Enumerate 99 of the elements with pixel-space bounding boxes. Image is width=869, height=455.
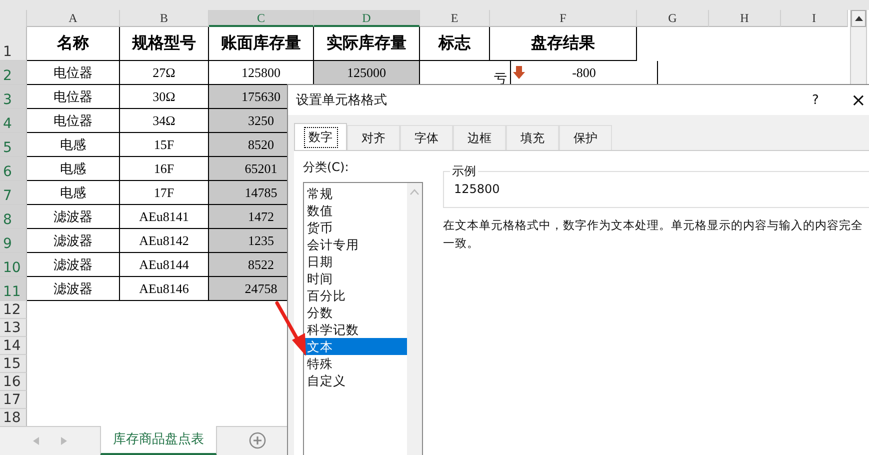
category-item[interactable]: 分数 — [304, 304, 407, 321]
scroll-up-icon[interactable] — [410, 189, 419, 195]
category-item[interactable]: 百分比 — [304, 287, 407, 304]
column-title: 标志 — [438, 33, 470, 54]
description-text: 在文本单元格格式中，数字作为文本处理。单元格显示的内容与输入的内容完全一致。 — [443, 217, 864, 252]
column-header[interactable]: G — [637, 10, 709, 27]
column-title: 盘存结果 — [531, 33, 595, 54]
category-item[interactable]: 货币 — [304, 219, 407, 236]
column-title: 实际库存量 — [326, 33, 406, 54]
category-label: 分类(C): — [303, 159, 350, 176]
table-cell: 125800 — [242, 64, 280, 80]
table-cell: 16F — [154, 160, 174, 176]
table-cell: 65201 — [244, 160, 278, 176]
table-cell: AEu8141 — [139, 208, 189, 224]
row-header[interactable]: 7 — [0, 181, 27, 205]
next-sheet-icon[interactable] — [61, 437, 67, 445]
row-header[interactable]: 14 — [0, 337, 27, 355]
row-header[interactable]: 8 — [0, 205, 27, 229]
row-header[interactable]: 5 — [0, 133, 27, 157]
column-title: 名称 — [57, 33, 89, 54]
table-cell: 15F — [154, 136, 174, 152]
category-item[interactable]: 科学记数 — [304, 321, 407, 338]
table-cell: AEu8144 — [139, 256, 189, 272]
scroll-up-button[interactable] — [851, 10, 866, 27]
table-cell: 1472 — [248, 208, 274, 224]
column-header[interactable]: I — [781, 10, 848, 27]
column-header[interactable]: D — [314, 10, 420, 27]
table-cell: 滤波器 — [54, 256, 92, 274]
table-cell: AEu8142 — [139, 232, 189, 248]
table-cell: 电位器 — [54, 88, 92, 106]
table-cell: 滤波器 — [54, 232, 92, 250]
row-header[interactable]: 11 — [0, 277, 27, 301]
table-cell: 滤波器 — [54, 280, 92, 298]
table-cell: 滤波器 — [54, 208, 92, 226]
table-cell: 24758 — [244, 280, 278, 296]
row-header[interactable]: 3 — [0, 85, 27, 109]
column-header[interactable]: H — [709, 10, 781, 27]
table-cell: 1235 — [248, 232, 274, 248]
table-cell: 电位器 — [54, 112, 92, 130]
column-title: 账面库存量 — [221, 33, 301, 54]
row-header[interactable]: 6 — [0, 157, 27, 181]
row-header[interactable]: 15 — [0, 355, 27, 373]
row-header[interactable]: 12 — [0, 301, 27, 319]
row-header[interactable]: 1 — [0, 27, 27, 61]
sample-label: 示例 — [451, 163, 477, 180]
row-header[interactable]: 13 — [0, 319, 27, 337]
add-sheet-icon[interactable] — [249, 432, 266, 449]
column-header[interactable]: E — [420, 10, 490, 27]
dialog-tab[interactable]: 填充 — [506, 125, 559, 150]
table-cell: 8520 — [248, 136, 274, 152]
annotation-arrow — [275, 301, 306, 356]
help-button[interactable]: ? — [812, 92, 819, 108]
sample-value: 125800 — [454, 182, 500, 196]
previous-sheet-icon[interactable] — [33, 437, 39, 445]
column-header[interactable]: F — [490, 10, 637, 27]
column-header[interactable]: B — [120, 10, 209, 27]
table-cell: 14785 — [244, 184, 278, 200]
category-item[interactable]: 文本 — [304, 338, 407, 355]
table-cell: 电感 — [60, 184, 86, 202]
table-cell: 电位器 — [54, 64, 92, 82]
table-cell: AEu8146 — [139, 280, 189, 296]
row-header[interactable]: 9 — [0, 229, 27, 253]
category-item[interactable]: 常规 — [304, 185, 407, 202]
close-button[interactable]: × — [850, 90, 866, 110]
dialog-tab[interactable]: 保护 — [559, 125, 612, 150]
table-cell: 175630 — [242, 88, 280, 104]
category-item[interactable]: 时间 — [304, 270, 407, 287]
table-cell: 电感 — [60, 160, 86, 178]
row-header[interactable]: 2 — [0, 61, 27, 85]
dialog-tab[interactable]: 边框 — [453, 125, 506, 150]
table-cell: 亏 — [494, 70, 507, 88]
category-item[interactable]: 特殊 — [304, 355, 407, 372]
category-item[interactable]: 自定义 — [304, 372, 407, 389]
table-cell: 电感 — [60, 136, 86, 154]
category-item[interactable]: 会计专用 — [304, 236, 407, 253]
column-header[interactable]: A — [27, 10, 120, 27]
table-cell: 34Ω — [152, 112, 176, 128]
up-arrow-icon — [854, 16, 862, 21]
category-item[interactable]: 日期 — [304, 253, 407, 270]
row-header[interactable]: 4 — [0, 109, 27, 133]
table-cell: -800 — [572, 64, 596, 80]
table-cell: 30Ω — [152, 88, 176, 104]
category-item[interactable]: 数值 — [304, 202, 407, 219]
dialog-tab[interactable]: 对齐 — [347, 125, 400, 150]
row-header[interactable]: 10 — [0, 253, 27, 277]
sheet-tab[interactable]: 库存商品盘点表 — [100, 426, 217, 455]
table-cell: 17F — [154, 184, 174, 200]
column-header[interactable]: C — [209, 10, 314, 27]
table-cell: 8522 — [248, 256, 274, 272]
dialog-tab[interactable]: 字体 — [400, 125, 453, 150]
table-cell: 3250 — [248, 112, 274, 128]
table-cell: 27Ω — [152, 64, 176, 80]
row-header[interactable]: 17 — [0, 391, 27, 409]
table-cell: 125000 — [347, 64, 386, 80]
column-title: 规格型号 — [132, 33, 196, 54]
row-header[interactable]: 18 — [0, 409, 27, 427]
dialog-tab[interactable]: 数字 — [294, 123, 347, 150]
row-header[interactable]: 16 — [0, 373, 27, 391]
dialog-title: 设置单元格格式 — [296, 92, 387, 109]
